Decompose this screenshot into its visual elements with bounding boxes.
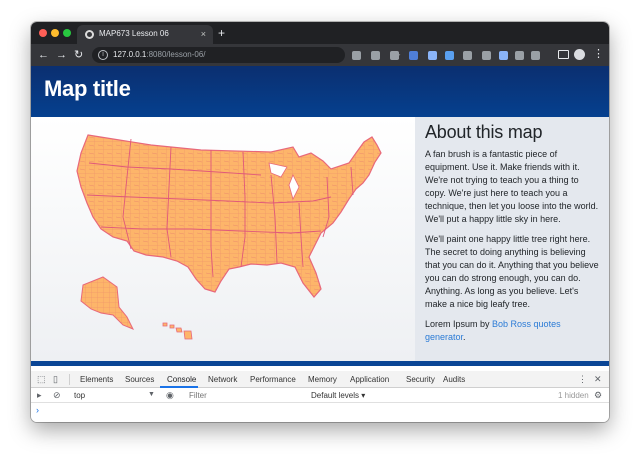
context-select[interactable]: top: [74, 391, 85, 400]
page-footer: [31, 361, 609, 366]
tab-memory[interactable]: Memory: [308, 375, 337, 384]
console-prompt[interactable]: ›: [36, 405, 39, 415]
share-icon[interactable]: [499, 51, 508, 60]
eye-icon[interactable]: ◉: [166, 390, 174, 401]
tab-performance[interactable]: Performance: [250, 375, 296, 384]
browser-menu-icon[interactable]: ⋮: [593, 47, 604, 61]
url-text[interactable]: 127.0.0.1:8080/lesson-06/: [113, 50, 206, 59]
contiguous-us-shape[interactable]: [76, 134, 382, 298]
cloud-icon[interactable]: [463, 51, 472, 60]
web-page: Map title About this map A fan brush is …: [31, 66, 609, 366]
inspect-element-icon[interactable]: ⬚: [37, 374, 46, 385]
hawaii-shape[interactable]: [162, 322, 193, 340]
hidden-count: 1 hidden: [558, 391, 589, 400]
page-title: Map title: [44, 76, 131, 101]
devtools-tabbar: ⬚ ▯ Elements Sources Console Network Perform…: [31, 371, 609, 388]
browser-window: MAP673 Lesson 06 × + ← → ↻ i 127.0.0.1:8…: [31, 22, 609, 422]
tab-application[interactable]: Application: [350, 375, 389, 384]
tab-console[interactable]: Console: [167, 375, 196, 384]
credit-suffix: .: [463, 332, 466, 342]
translate-icon[interactable]: [409, 51, 418, 60]
close-window-button[interactable]: [39, 29, 47, 37]
tab-audits[interactable]: Audits: [443, 375, 465, 384]
reload-icon[interactable]: ↻: [74, 48, 83, 62]
page-header: Map title: [31, 66, 609, 117]
recycle-icon[interactable]: [390, 51, 399, 60]
sidebar-toggle-icon[interactable]: ▸: [37, 390, 42, 401]
address-bar[interactable]: i 127.0.0.1:8080/lesson-06/ ☆: [92, 47, 401, 63]
about-sidebar: About this map A fan brush is a fantasti…: [415, 117, 609, 361]
grayscale-icon[interactable]: [531, 51, 540, 60]
map-area[interactable]: [31, 117, 415, 361]
new-tab-button[interactable]: +: [218, 25, 225, 41]
close-tab-icon[interactable]: ×: [201, 28, 206, 40]
alaska-shape[interactable]: [80, 276, 135, 330]
console-toolbar: ▸ ⊘ top ▼ ◉ Default levels ▾ 1 hidden ⚙: [31, 388, 609, 403]
camera-icon[interactable]: [445, 51, 454, 60]
credit-line: Lorem Ipsum by Bob Ross quotes generator…: [425, 318, 601, 344]
clock-icon[interactable]: [352, 51, 361, 60]
about-paragraph-1: A fan brush is a fantastic piece of equi…: [425, 149, 599, 224]
tab-security[interactable]: Security: [406, 375, 435, 384]
devtools-menu-icon[interactable]: ⋮: [578, 374, 587, 385]
devtools-panel: ⬚ ▯ Elements Sources Console Network Perform…: [31, 371, 609, 422]
globe-icon: [85, 30, 94, 39]
drive-icon[interactable]: [371, 51, 380, 60]
avatar[interactable]: [574, 49, 585, 60]
credit-prefix: Lorem Ipsum by: [425, 319, 493, 329]
pen-icon[interactable]: [428, 51, 437, 60]
gear-icon[interactable]: ⚙: [594, 390, 602, 401]
about-heading: About this map: [425, 122, 543, 142]
browser-tab[interactable]: MAP673 Lesson 06 ×: [77, 25, 213, 44]
about-paragraph-2: We'll paint one happy little tree right …: [425, 234, 599, 309]
zoom-window-button[interactable]: [63, 29, 71, 37]
tab-strip: MAP673 Lesson 06 × +: [31, 22, 609, 44]
log-levels-dropdown[interactable]: Default levels ▾: [311, 391, 365, 400]
info-icon[interactable]: [515, 51, 524, 60]
tab-elements[interactable]: Elements: [80, 375, 113, 384]
site-info-icon[interactable]: i: [98, 50, 108, 60]
cast-icon[interactable]: [558, 50, 569, 59]
tab-title: MAP673 Lesson 06: [99, 29, 169, 38]
minimize-window-button[interactable]: [51, 29, 59, 37]
close-devtools-icon[interactable]: ✕: [594, 374, 602, 385]
clear-console-icon[interactable]: ⊘: [53, 390, 61, 401]
browser-toolbar: ← → ↻ i 127.0.0.1:8080/lesson-06/ ☆ ⋮: [31, 44, 609, 66]
divider: [69, 374, 70, 385]
forward-icon[interactable]: →: [56, 48, 67, 62]
device-toolbar-icon[interactable]: ▯: [53, 374, 58, 385]
pocket-icon[interactable]: [482, 51, 491, 60]
tab-sources[interactable]: Sources: [125, 375, 154, 384]
us-counties-map[interactable]: [31, 117, 415, 361]
back-icon[interactable]: ←: [38, 48, 49, 62]
tab-network[interactable]: Network: [208, 375, 237, 384]
chevron-down-icon[interactable]: ▼: [148, 391, 155, 398]
filter-input[interactable]: [183, 390, 306, 401]
